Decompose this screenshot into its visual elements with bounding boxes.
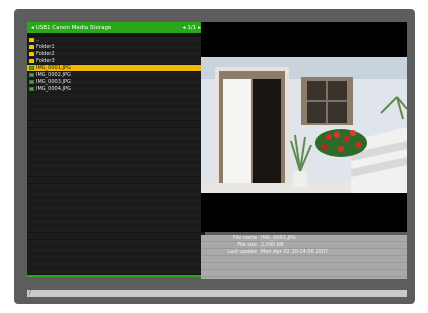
media-browser-screen: ◂ USB1 Canon Media Storage ◂ 1/1 ▸ .. Fo… — [14, 9, 415, 304]
folder-icon — [29, 52, 34, 56]
list-item-img-0001[interactable]: IMG_0001.JPG — [27, 65, 205, 71]
list-item-img-0002[interactable]: IMG_0002.JPG — [27, 72, 205, 78]
file-name: Folder1 — [36, 44, 55, 50]
page-indicator: 1/1 — [187, 24, 197, 31]
folder-icon — [29, 59, 34, 63]
last-update-label: Last update — [227, 249, 257, 255]
file-name-row: File name IMG_0001.JPG — [201, 235, 407, 242]
file-name: IMG_0002.JPG — [36, 72, 71, 78]
list-item-folder3[interactable]: Folder3 — [27, 58, 205, 64]
file-size-row: File size 2,090 KB — [201, 242, 407, 249]
file-name-label: File name — [232, 235, 257, 241]
file-list-panel: ◂ USB1 Canon Media Storage ◂ 1/1 ▸ .. Fo… — [27, 22, 205, 277]
file-name: Folder2 — [36, 51, 55, 57]
file-name-value: IMG_0001.JPG — [261, 235, 296, 241]
path-bar: / — [27, 290, 407, 297]
file-info-panel: File name IMG_0001.JPG File size 2,090 K… — [201, 235, 407, 279]
list-item-parent-folder[interactable]: .. — [27, 37, 205, 43]
file-name: IMG_0003.JPG — [36, 79, 71, 85]
folder-icon — [29, 38, 34, 42]
panel-header: ◂ USB1 Canon Media Storage ◂ 1/1 ▸ — [27, 22, 205, 33]
image-file-icon — [29, 73, 34, 77]
file-size-label: File size — [237, 242, 257, 248]
last-update-value: Mon Apr 02 20:14:56 2007 — [261, 249, 329, 255]
photo-image — [201, 57, 407, 193]
list-item-img-0004[interactable]: IMG_0004.JPG — [27, 86, 205, 92]
image-file-icon — [29, 80, 34, 84]
storage-title: USB1 Canon Media Storage — [35, 24, 112, 31]
file-size-value: 2,090 KB — [261, 242, 284, 248]
current-path: / — [29, 290, 31, 296]
file-name: Folder3 — [36, 58, 55, 64]
last-update-row: Last update Mon Apr 02 20:14:56 2007 — [201, 249, 407, 256]
image-preview — [201, 22, 407, 232]
file-name: IMG_0004.JPG — [36, 86, 71, 92]
preview-photo — [201, 57, 407, 193]
back-arrow-icon[interactable]: ◂ — [31, 25, 34, 31]
image-file-icon — [29, 87, 34, 91]
list-item-img-0003[interactable]: IMG_0003.JPG — [27, 79, 205, 85]
file-name: .. — [36, 37, 40, 43]
image-file-icon — [29, 66, 34, 70]
file-name: IMG_0001.JPG — [36, 65, 71, 71]
file-list: .. Folder1 Folder2 Folder3 IMG_0001.JPG … — [27, 37, 205, 275]
list-item-folder2[interactable]: Folder2 — [27, 51, 205, 57]
panel-footer — [27, 275, 205, 277]
list-item-folder1[interactable]: Folder1 — [27, 44, 205, 50]
prev-page-icon[interactable]: ◂ — [183, 25, 186, 31]
folder-icon — [29, 45, 34, 49]
